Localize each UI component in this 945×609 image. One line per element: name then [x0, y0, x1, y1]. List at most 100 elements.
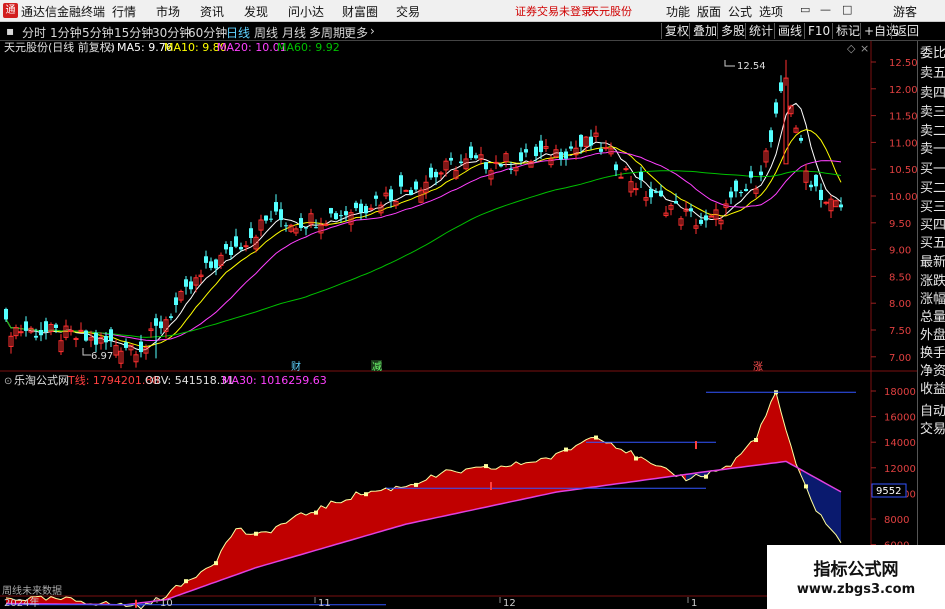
- site-watermark: 指标公式网 www.zbgs3.com: [767, 545, 945, 609]
- stock-name-notice: 天元股份: [588, 5, 632, 18]
- side-item-auto[interactable]: 自动: [920, 403, 945, 420]
- side-item-change-pct[interactable]: 涨幅: [920, 291, 945, 308]
- candle-body: [414, 181, 418, 190]
- side-item-buy2[interactable]: 买二: [920, 180, 945, 197]
- candle-body: [569, 146, 573, 149]
- menu-item-hangqing[interactable]: 行情: [112, 3, 136, 20]
- period-30min[interactable]: 30分钟: [152, 24, 191, 41]
- candle-body: [4, 308, 8, 320]
- candle-body: [154, 318, 158, 326]
- period-daily[interactable]: 日线: [226, 24, 250, 41]
- candle-body: [299, 218, 303, 228]
- menu-item-zixun[interactable]: 资讯: [200, 3, 224, 20]
- period-1min-chart[interactable]: ▪: [6, 24, 14, 38]
- period-monthly[interactable]: 月线: [282, 24, 306, 41]
- chevron-right-icon[interactable]: ›: [370, 24, 375, 38]
- obv-fill: [576, 442, 581, 490]
- event-marker-zhang[interactable]: 涨: [753, 361, 763, 373]
- side-item-buy3[interactable]: 买三: [920, 199, 945, 216]
- candle-body: [674, 200, 678, 204]
- menu-item-jiaoyi[interactable]: 交易: [396, 3, 420, 20]
- menu-item-caifuquan[interactable]: 财富圈: [342, 3, 378, 20]
- menu-item-banmian[interactable]: 版面: [697, 3, 721, 20]
- candle-body: [474, 155, 478, 159]
- period-15min[interactable]: 15分钟: [114, 24, 153, 41]
- side-item-buy5[interactable]: 买五: [920, 235, 945, 252]
- menu-item-gongshi[interactable]: 公式: [728, 3, 752, 20]
- price-tick-label: 7.50: [889, 326, 911, 337]
- side-item-outer[interactable]: 外盘: [920, 327, 945, 344]
- side-item-income[interactable]: 收益: [920, 381, 945, 398]
- obv-fill: [596, 437, 601, 487]
- period-1min[interactable]: 1分钟: [50, 24, 82, 41]
- candle-body: [534, 146, 538, 157]
- tool-fuquan[interactable]: 复权: [661, 23, 689, 39]
- login-notice[interactable]: 证券交易未登录: [515, 3, 592, 19]
- side-item-trade[interactable]: 交易: [920, 421, 945, 438]
- obv-fill: [266, 531, 271, 565]
- guest-label[interactable]: 游客: [893, 3, 917, 20]
- menu-item-faxian[interactable]: 发现: [244, 3, 268, 20]
- side-item-change[interactable]: 涨跌: [920, 273, 945, 290]
- candle-body: [779, 82, 783, 92]
- candle-body: [823, 201, 829, 204]
- period-fenshi[interactable]: 分时: [22, 24, 46, 41]
- period-multi[interactable]: 多周期: [309, 24, 345, 41]
- tool-f10[interactable]: F10: [804, 23, 830, 39]
- candle-body: [618, 176, 624, 179]
- menu-item-gongneng[interactable]: 功能: [666, 3, 690, 20]
- period-weekly[interactable]: 周线: [254, 24, 278, 41]
- obv-fill: [816, 478, 821, 515]
- side-item-sell2[interactable]: 卖二: [920, 123, 945, 140]
- period-5min[interactable]: 5分钟: [82, 24, 114, 41]
- obv-fill: [836, 489, 841, 543]
- candle-body: [603, 147, 609, 150]
- obv-fill: [556, 451, 561, 493]
- obv-fill: [436, 473, 441, 518]
- menu-item-wenxiaoda[interactable]: 问小达: [288, 3, 324, 20]
- menu-item-xuanxiang[interactable]: 选项: [759, 3, 783, 20]
- tool-back[interactable]: 返回: [891, 23, 919, 39]
- side-item-sell4[interactable]: 卖四: [920, 85, 945, 102]
- obv-fill: [251, 533, 256, 570]
- event-marker-cai[interactable]: 财: [291, 360, 301, 373]
- side-item-turnover[interactable]: 换手: [920, 345, 945, 362]
- side-item-buy1[interactable]: 买一: [920, 161, 945, 178]
- side-item-netasset[interactable]: 净资: [920, 363, 945, 380]
- obv-fill: [361, 494, 366, 538]
- obv-fill: [581, 439, 586, 489]
- close-icon[interactable]: ×: [860, 42, 869, 55]
- obv-fill: [831, 486, 836, 535]
- side-item-sell5[interactable]: 卖五: [920, 65, 945, 82]
- side-item-buy4[interactable]: 买四: [920, 217, 945, 234]
- tool-diejia[interactable]: 叠加: [689, 23, 717, 39]
- obv-fill: [531, 461, 536, 498]
- maximize-icon[interactable]: □: [842, 3, 852, 16]
- menu-item-shichang[interactable]: 市场: [156, 3, 180, 20]
- tool-biaoji[interactable]: 标记: [832, 23, 860, 39]
- tool-duogu[interactable]: 多股: [717, 23, 745, 39]
- candle-body: [269, 218, 273, 220]
- settings-gear-icon[interactable]: ⊙: [106, 43, 114, 54]
- side-item-sell1[interactable]: 卖一: [920, 141, 945, 158]
- restore-icon[interactable]: ▭: [800, 3, 810, 16]
- candle-body: [359, 203, 363, 213]
- side-item-weibi[interactable]: 委比: [920, 45, 945, 62]
- side-item-volume[interactable]: 总量: [920, 309, 945, 326]
- minimize-icon[interactable]: —: [820, 3, 831, 16]
- period-60min[interactable]: 60分钟: [188, 24, 227, 41]
- event-marker-jian[interactable]: 减: [372, 361, 382, 373]
- sub-settings-icon[interactable]: ⊙: [4, 376, 12, 387]
- chart-area[interactable]: 天元股份(日线 前复权) ⊙ MA5: 9.76 MA10: 9.80 MA20…: [0, 41, 917, 609]
- side-item-latest[interactable]: 最新: [920, 254, 945, 271]
- obv-fill: [461, 469, 466, 513]
- obv-fill: [566, 449, 571, 491]
- obv-peak-dot: [564, 447, 568, 452]
- period-more[interactable]: 更多: [344, 24, 368, 41]
- tool-huaxian[interactable]: 画线: [774, 23, 802, 39]
- tool-tongji[interactable]: 统计: [745, 23, 773, 39]
- side-item-sell3[interactable]: 卖三: [920, 104, 945, 121]
- diamond-icon[interactable]: ◇: [847, 42, 856, 55]
- candle-body: [224, 244, 228, 250]
- candle-body: [39, 329, 43, 336]
